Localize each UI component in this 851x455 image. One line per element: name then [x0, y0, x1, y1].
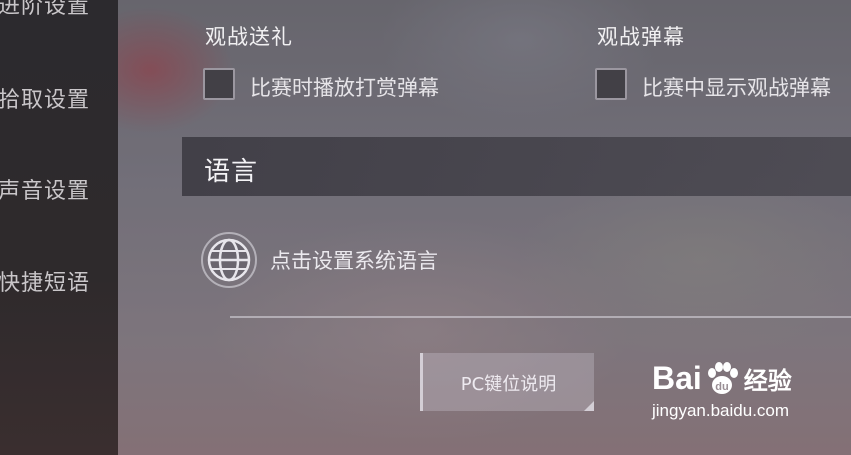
spectate-gift-checkbox-label[interactable]: 比赛时播放打赏弹幕	[250, 72, 439, 102]
watermark: Bai du 经验 jingyan.baidu.com	[652, 360, 792, 421]
pc-keys-button-label: PC键位说明	[460, 374, 557, 395]
language-section-title: 语言	[204, 157, 259, 187]
spectate-danmaku-checkbox-label[interactable]: 比赛中显示观战弹幕	[642, 72, 831, 102]
pc-keys-button[interactable]: PC键位说明	[420, 353, 594, 411]
spectate-gift-title: 观战送礼	[205, 25, 293, 49]
globe-icon	[201, 232, 257, 288]
watermark-brand: Bai du 经验	[652, 360, 792, 397]
spectate-danmaku-checkbox[interactable]	[595, 68, 627, 100]
settings-sidebar: 进阶设置 拾取设置 声音设置 快捷短语	[0, 0, 118, 455]
button-corner-decoration	[584, 401, 594, 411]
language-button-label[interactable]: 点击设置系统语言	[270, 245, 438, 275]
svg-text:du: du	[715, 381, 728, 393]
sidebar-item-advanced[interactable]: 进阶设置	[0, 0, 118, 20]
sidebar-item-quick-chat[interactable]: 快捷短语	[0, 265, 118, 297]
language-globe-button[interactable]	[200, 231, 258, 289]
language-section-header: 语言	[182, 137, 851, 196]
spectate-danmaku-title: 观战弹幕	[597, 25, 685, 49]
section-divider	[230, 316, 851, 318]
spectate-gift-checkbox[interactable]	[203, 68, 235, 100]
sidebar-item-pickup[interactable]: 拾取设置	[0, 82, 118, 114]
watermark-brand-right: 经验	[743, 368, 792, 395]
sidebar-item-sound[interactable]: 声音设置	[0, 173, 118, 205]
watermark-brand-left: Bai	[652, 360, 702, 396]
watermark-url: jingyan.baidu.com	[652, 401, 790, 420]
paw-icon: du	[707, 361, 738, 394]
